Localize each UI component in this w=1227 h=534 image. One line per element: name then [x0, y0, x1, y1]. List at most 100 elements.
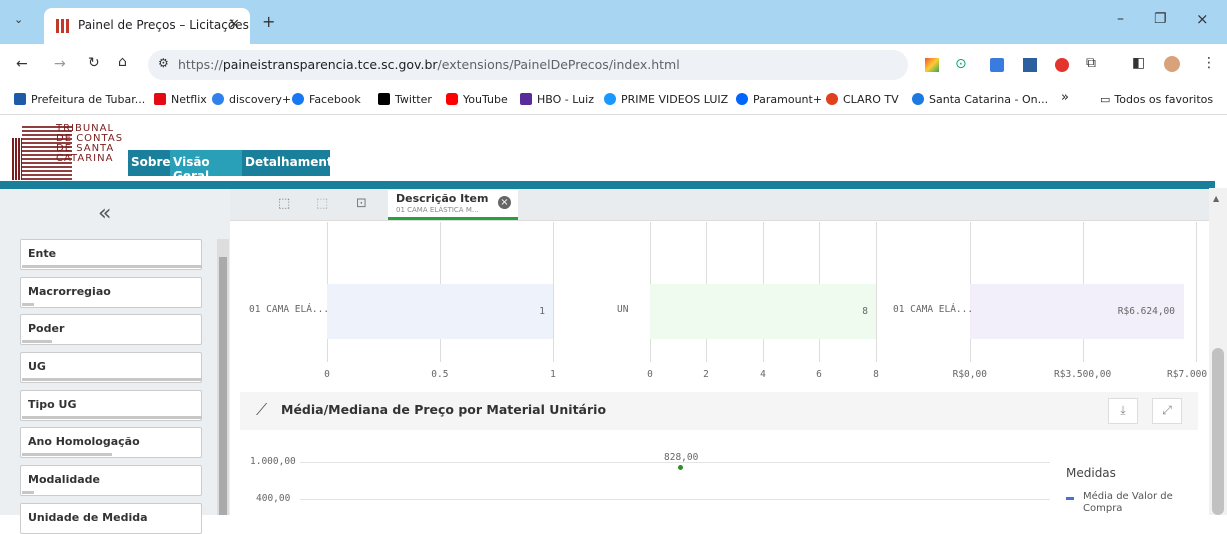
- filter-poder[interactable]: Poder: [20, 314, 202, 345]
- selection-value: 01 CAMA ELÁSTICA M...: [396, 206, 479, 214]
- all-bookmarks-label: Todos os favoritos: [1114, 93, 1214, 106]
- bar-category-label: 01 CAMA ELÁ...: [249, 304, 330, 315]
- filter-progress: [22, 303, 34, 306]
- bar-value-label: R$6.624,00: [1117, 306, 1175, 317]
- browser-tab[interactable]: Painel de Preços – Licitações ×: [44, 8, 250, 44]
- bookmark-item[interactable]: Prefeitura de Tubar...: [14, 93, 145, 106]
- bar-value-label: 1: [539, 306, 545, 317]
- new-tab-icon[interactable]: +: [262, 12, 275, 31]
- bar[interactable]: [650, 284, 876, 339]
- tab-sobre[interactable]: Sobre: [128, 150, 171, 176]
- bookmark-item[interactable]: discovery+: [212, 93, 291, 106]
- step-forward-icon[interactable]: ⬚: [316, 196, 328, 211]
- bookmark-item[interactable]: Santa Catarina - On...: [912, 93, 1048, 106]
- filter-ano-homologacao[interactable]: Ano Homologação: [20, 427, 202, 458]
- filter-label: Ente: [28, 247, 57, 260]
- reload-icon[interactable]: ↻: [88, 55, 100, 71]
- data-point[interactable]: [678, 465, 683, 470]
- address-bar[interactable]: ⚙ https://paineistransparencia.tce.sc.go…: [148, 50, 908, 80]
- selection-title: Descrição Item: [396, 192, 489, 205]
- tab-search-icon[interactable]: ⌄: [14, 13, 23, 26]
- bookmark-label: Netflix: [171, 93, 207, 106]
- scroll-up-icon[interactable]: ▲: [1213, 194, 1219, 203]
- forward-icon[interactable]: →: [54, 56, 66, 72]
- x-tick-label: 1: [550, 369, 556, 380]
- filter-progress: [22, 491, 34, 494]
- bookmarks-overflow-button[interactable]: »: [1061, 90, 1069, 105]
- bookmark-favicon-icon: [14, 93, 26, 105]
- filter-tipo-ug[interactable]: Tipo UG: [20, 390, 202, 421]
- bar-category-label: 01 CAMA ELÁ...: [893, 304, 974, 315]
- onedrive-icon: [912, 93, 924, 105]
- step-back-icon[interactable]: ⬚: [278, 196, 290, 211]
- x-tick-label: 2: [703, 369, 709, 380]
- filter-macrorregiao[interactable]: Macrorregiao: [20, 277, 202, 308]
- page-scroll-thumb[interactable]: [1212, 348, 1224, 515]
- extensions-puzzle-icon[interactable]: ⧉: [1086, 55, 1096, 71]
- filter-progress: [22, 378, 202, 381]
- clear-selection-icon[interactable]: ×: [498, 196, 511, 209]
- expand-icon[interactable]: ⤢: [1152, 398, 1182, 424]
- bookmark-label: Paramount+: [753, 93, 823, 106]
- bar[interactable]: [327, 284, 553, 339]
- menu-icon[interactable]: ⋮: [1202, 55, 1216, 71]
- filter-ug[interactable]: UG: [20, 352, 202, 383]
- browser-tab-bar: ⌄ Painel de Preços – Licitações × + – ❐ …: [0, 0, 1227, 44]
- x-tick-label: 0: [647, 369, 653, 380]
- filter-unidade-de-medida[interactable]: Unidade de Medida: [20, 503, 202, 534]
- all-bookmarks-button[interactable]: ▭ Todos os favoritos: [1100, 93, 1213, 106]
- home-icon[interactable]: ⌂: [118, 54, 127, 70]
- close-window-icon[interactable]: ×: [1196, 10, 1209, 28]
- bookmark-label: discovery+: [229, 93, 292, 106]
- bookmark-item[interactable]: PRIME VIDEOS LUIZ: [604, 93, 728, 106]
- y-tick-label: 400,00: [256, 493, 291, 504]
- url-path: /extensions/PainelDePrecos/index.html: [437, 57, 680, 72]
- clear-selections-icon[interactable]: ⊡: [356, 196, 367, 211]
- profile-avatar[interactable]: [1164, 56, 1180, 72]
- selection-toolbar: [230, 189, 1209, 221]
- claro-icon: [826, 93, 838, 105]
- hbo-icon: [520, 93, 532, 105]
- selection-chip[interactable]: Descrição Item 01 CAMA ELÁSTICA M... ×: [388, 190, 518, 220]
- page-scrollbar[interactable]: ▲: [1209, 188, 1227, 515]
- filter-modalidade[interactable]: Modalidade: [20, 465, 202, 496]
- paramount-icon: [736, 93, 748, 105]
- bookmark-label: HBO - Luiz: [537, 93, 594, 106]
- extension-icon[interactable]: [1055, 58, 1069, 72]
- bookmark-item[interactable]: HBO - Luiz: [520, 93, 594, 106]
- minimize-icon[interactable]: –: [1117, 11, 1124, 27]
- download-icon[interactable]: ⤓: [1108, 398, 1138, 424]
- side-panel-icon[interactable]: ◧: [1132, 55, 1145, 71]
- collapse-sidebar-icon[interactable]: «: [98, 201, 111, 226]
- restore-icon[interactable]: ❐: [1154, 11, 1167, 27]
- x-tick-label: 6: [816, 369, 822, 380]
- facebook-icon: [292, 93, 304, 105]
- line-chart-icon: ⟋: [256, 400, 268, 419]
- bookmark-item[interactable]: Twitter: [378, 93, 432, 106]
- bookmark-item[interactable]: Netflix: [154, 93, 207, 106]
- close-tab-icon[interactable]: ×: [228, 16, 240, 32]
- bookmark-label: PRIME VIDEOS LUIZ: [621, 93, 729, 106]
- bookmark-item[interactable]: Facebook: [292, 93, 361, 106]
- filter-ente[interactable]: Ente: [20, 239, 202, 270]
- bookmark-item[interactable]: CLARO TV: [826, 93, 899, 106]
- bookmark-item[interactable]: YouTube: [446, 93, 508, 106]
- legend-item: Média de Valor de Compra: [1083, 491, 1173, 514]
- url-host: paineistransparencia.tce.sc.gov.br: [222, 57, 438, 72]
- prime-video-icon: [604, 93, 616, 105]
- bookmark-item[interactable]: Paramount+: [736, 93, 822, 106]
- site-info-icon[interactable]: ⚙: [158, 56, 169, 70]
- back-icon[interactable]: ←: [16, 56, 28, 72]
- legend-swatch: [1066, 497, 1074, 500]
- extension-icon[interactable]: [1023, 58, 1037, 72]
- tab-visao-geral[interactable]: Visão Geral: [170, 150, 242, 183]
- extension-icon[interactable]: ⊙: [955, 56, 967, 72]
- extension-icon[interactable]: [925, 58, 939, 72]
- gridline: [300, 499, 1050, 500]
- sidebar-scroll-thumb[interactable]: [219, 257, 227, 515]
- tab-detalhamento[interactable]: Detalhamento: [242, 150, 341, 176]
- bookmark-label: CLARO TV: [843, 93, 899, 106]
- sidebar-scrollbar[interactable]: [217, 239, 229, 515]
- extension-icon[interactable]: [990, 58, 1004, 72]
- x-tick-label: R$3.500,00: [1054, 369, 1112, 380]
